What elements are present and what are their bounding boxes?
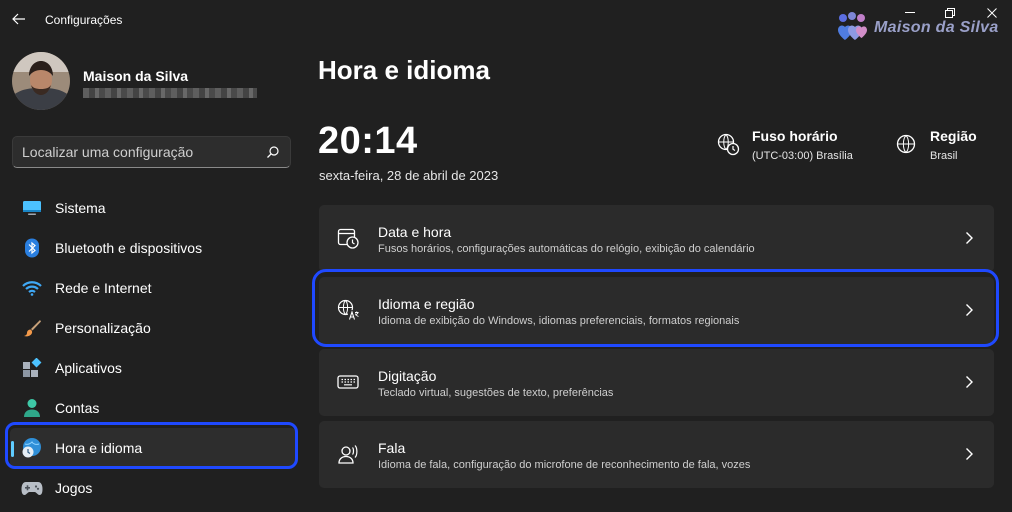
current-time: 20:14: [318, 120, 418, 162]
current-date: sexta-feira, 28 de abril de 2023: [319, 168, 499, 183]
user-profile[interactable]: Maison da Silva: [12, 52, 292, 112]
sidebar-item-label: Personalização: [55, 320, 151, 336]
card-title: Data e hora: [378, 224, 452, 240]
chevron-right-icon: [966, 448, 973, 460]
speech-icon: [338, 445, 358, 464]
region-info: Região Brasil: [894, 128, 977, 162]
sidebar-item-personalizacao[interactable]: Personalização: [10, 308, 296, 348]
sidebar-item-label: Contas: [55, 400, 100, 416]
profile-email-redacted: [83, 88, 257, 98]
watermark-logo-icon: [838, 12, 867, 40]
sidebar-item-label: Jogos: [55, 480, 93, 496]
sidebar-item-aplicativos[interactable]: Aplicativos: [10, 348, 296, 388]
card-digitacao[interactable]: Digitação Teclado virtual, sugestões de …: [319, 349, 994, 416]
maximize-button[interactable]: [930, 2, 970, 24]
card-title: Digitação: [378, 368, 437, 384]
back-button[interactable]: [8, 6, 30, 32]
card-subtitle: Idioma de fala, configuração do microfon…: [378, 459, 751, 471]
timezone-title: Fuso horário: [752, 128, 838, 144]
close-icon: [987, 8, 997, 18]
apps-icon: [21, 357, 43, 379]
app-title: Configurações: [45, 13, 123, 27]
globe-clock-icon: [717, 133, 740, 156]
avatar-photo-icon: [12, 52, 70, 110]
sidebar-item-bluetooth[interactable]: Bluetooth e dispositivos: [10, 228, 296, 268]
close-button[interactable]: [972, 2, 1012, 24]
card-subtitle: Teclado virtual, sugestões de texto, pre…: [378, 387, 614, 399]
page-title: Hora e idioma: [318, 55, 490, 85]
arrow-left-icon: [12, 13, 25, 25]
minimize-icon: [905, 12, 915, 13]
search-icon[interactable]: [266, 145, 280, 159]
keyboard-icon: [337, 375, 359, 389]
avatar: [12, 52, 70, 110]
minimize-button[interactable]: [890, 2, 930, 24]
profile-name: Maison da Silva: [83, 68, 189, 84]
wifi-icon: [21, 277, 43, 299]
sidebar-item-label: Bluetooth e dispositivos: [55, 240, 203, 256]
bluetooth-icon: [21, 237, 43, 259]
person-icon: [21, 397, 43, 419]
gamepad-icon: [21, 477, 43, 499]
sidebar-item-rede[interactable]: Rede e Internet: [10, 268, 296, 308]
card-title: Fala: [378, 440, 406, 456]
search-box[interactable]: [12, 136, 291, 168]
restore-icon: [945, 8, 955, 18]
monitor-icon: [21, 197, 43, 219]
card-data-e-hora[interactable]: Data e hora Fusos horários, configuraçõe…: [319, 205, 994, 272]
brush-icon: [21, 317, 43, 339]
card-fala[interactable]: Fala Idioma de fala, configuração do mic…: [319, 421, 994, 488]
chevron-right-icon: [966, 232, 973, 244]
region-title: Região: [930, 128, 977, 144]
timezone-value: (UTC-03:00) Brasília: [752, 150, 853, 162]
sidebar-item-label: Rede e Internet: [55, 280, 152, 296]
sidebar-item-sistema[interactable]: Sistema: [10, 188, 296, 228]
timezone-info: Fuso horário (UTC-03:00) Brasília: [716, 128, 853, 162]
search-input[interactable]: [13, 137, 253, 167]
title-bar: Configurações Maison da Silva: [0, 0, 1012, 40]
chevron-right-icon: [966, 376, 973, 388]
card-subtitle: Fusos horários, configurações automática…: [378, 243, 755, 255]
sidebar-item-jogos[interactable]: Jogos: [10, 468, 296, 508]
sidebar-item-label: Sistema: [55, 200, 106, 216]
region-value: Brasil: [930, 150, 958, 162]
globe-icon: [896, 134, 916, 154]
sidebar-item-label: Aplicativos: [55, 360, 122, 376]
calendar-clock-icon: [337, 228, 359, 249]
highlight-frame-nav: [5, 422, 298, 469]
highlight-frame-card: [312, 269, 999, 347]
